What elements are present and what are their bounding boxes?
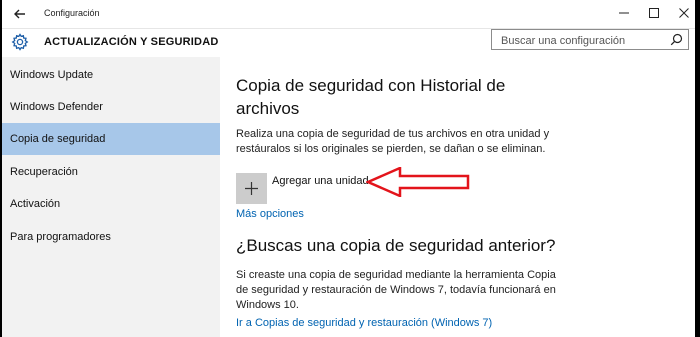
- sidebar-item-label: Para programadores: [10, 231, 111, 243]
- maximize-button[interactable]: [646, 5, 662, 21]
- add-drive-button[interactable]: [236, 173, 267, 204]
- app-title: Configuración: [44, 8, 100, 18]
- search-icon[interactable]: [670, 33, 683, 46]
- section-title-previous-backup: ¿Buscas una copia de seguridad anterior?: [236, 236, 556, 255]
- sidebar-item-label: Windows Update: [10, 69, 94, 81]
- page-title: ACTUALIZACIÓN Y SEGURIDAD: [44, 36, 219, 48]
- sidebar-item-recovery[interactable]: Recuperación: [2, 156, 220, 188]
- section-title-file-history: Copia de seguridad con Historial de arch…: [236, 74, 536, 120]
- search-input[interactable]: [499, 32, 668, 49]
- back-arrow-icon: [14, 9, 25, 19]
- minimize-icon: [619, 12, 629, 14]
- sidebar-item-backup[interactable]: Copia de seguridad: [2, 123, 220, 155]
- screen-edge: [695, 0, 700, 337]
- description-line: restáuralos si los originales se pierden…: [236, 143, 546, 155]
- sidebar-item-label: Recuperación: [10, 166, 78, 178]
- maximize-icon: [649, 8, 659, 18]
- annotation-arrow-icon: [366, 167, 470, 197]
- sidebar-item-label: Copia de seguridad: [10, 133, 106, 145]
- title-bar: Configuración: [2, 0, 697, 29]
- sidebar-item-activation[interactable]: Activación: [2, 188, 220, 220]
- description-line: Windows 10.: [236, 299, 299, 311]
- close-icon: [679, 8, 689, 18]
- sidebar-item-label: Windows Defender: [10, 101, 103, 113]
- windows7-backup-link[interactable]: Ir a Copias de seguridad y restauración …: [236, 317, 492, 329]
- description-line: de seguridad y restauración de Windows 7…: [236, 284, 556, 296]
- plus-icon: [245, 182, 258, 195]
- previous-backup-description: Si creaste una copia de seguridad median…: [236, 268, 556, 313]
- sidebar: Windows Update Windows Defender Copia de…: [2, 57, 220, 337]
- sidebar-item-label: Activación: [10, 198, 61, 210]
- settings-window: Configuración ACTUALIZACIÓN Y SEGURIDAD …: [2, 0, 697, 337]
- more-options-link[interactable]: Más opciones: [236, 208, 304, 220]
- sidebar-item-windows-defender[interactable]: Windows Defender: [2, 91, 220, 123]
- close-button[interactable]: [676, 5, 692, 21]
- gear-icon: [11, 33, 29, 51]
- add-drive-label[interactable]: Agregar una unidad: [272, 175, 369, 187]
- minimize-button[interactable]: [616, 5, 632, 21]
- description-line: Realiza una copia de seguridad de tus ar…: [236, 128, 550, 140]
- section-title-line: archivos: [236, 99, 300, 118]
- sidebar-item-developers[interactable]: Para programadores: [2, 221, 220, 253]
- sidebar-item-windows-update[interactable]: Windows Update: [2, 59, 220, 91]
- search-box[interactable]: [491, 29, 689, 50]
- description-line: Si creaste una copia de seguridad median…: [236, 269, 556, 281]
- back-button[interactable]: [12, 6, 28, 22]
- file-history-description: Realiza una copia de seguridad de tus ar…: [236, 127, 549, 157]
- section-title-line: Copia de seguridad con Historial de: [236, 76, 506, 95]
